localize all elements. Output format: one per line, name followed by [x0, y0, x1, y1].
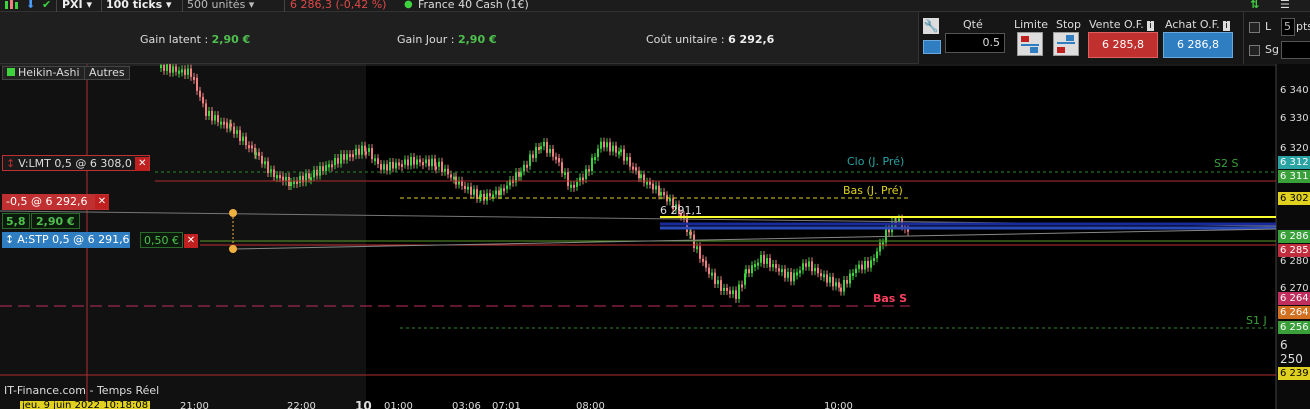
price-tag: 6 264 — [1278, 292, 1310, 305]
watermark: IT-Finance.com - Temps Réel — [4, 384, 160, 397]
y-tick-label: 6 250 — [1280, 338, 1303, 366]
price-change: 6 286,3 (-0,42 %) — [290, 0, 387, 11]
price-tag: 6 285 — [1278, 244, 1310, 257]
limit-order-button[interactable] — [1017, 32, 1043, 56]
price-tag: 6 311 — [1278, 170, 1310, 183]
x-tick-label: 10 — [355, 399, 372, 409]
others-button[interactable]: Autres — [84, 66, 130, 80]
x-tick-label: 22:00 — [287, 401, 316, 409]
price-tag: 6 239 — [1278, 367, 1310, 380]
position-qty: 5,8 — [2, 213, 30, 229]
status-dot-icon: ● — [404, 0, 413, 10]
chart-style-select[interactable]: Heikin-Ashi — [2, 66, 85, 80]
stop-order-button[interactable] — [1053, 32, 1079, 56]
mark-label: 6 291,1 — [660, 204, 702, 217]
y-tick-label: 6 320 — [1280, 143, 1309, 154]
price-tag: 6 286 — [1278, 230, 1310, 243]
info-icon[interactable]: i — [1147, 21, 1154, 31]
sell-label: Vente O.F. i — [1089, 18, 1154, 31]
gain-jour: Gain Jour : 2,90 € — [397, 33, 497, 46]
pts-label: pts — [1296, 20, 1310, 33]
price-chart[interactable]: Heikin-Ashi Autres Clo (J. Pré) S2 S Bas… — [0, 64, 1310, 409]
sell-button[interactable]: 6 285,8 — [1088, 32, 1158, 58]
ticks-select[interactable]: 100 ticks ▾ — [106, 0, 172, 12]
position-tag[interactable]: -0,5 @ 6 292,6 ✕ — [2, 194, 109, 210]
symbol-select[interactable]: PXI ▾ — [62, 0, 92, 12]
drawing-tool-icon[interactable]: ⬇ — [26, 0, 35, 12]
indicator-icon[interactable]: ✔ — [42, 0, 51, 12]
instrument-name: France 40 Cash (1€) — [418, 0, 529, 11]
y-tick-label: 6 340 — [1280, 85, 1309, 96]
x-tick-label: 08:00 — [576, 401, 605, 409]
settings-icon[interactable]: ☰ — [1280, 0, 1290, 12]
close-icon[interactable]: ✕ — [184, 234, 198, 248]
x-tick-label: 07:01 — [492, 401, 521, 409]
qty-label: Qté — [963, 18, 983, 31]
price-tag: 6 312 — [1278, 156, 1310, 169]
price-tag: 6 302 — [1278, 192, 1310, 205]
buy-label: Achat O.F. i — [1165, 18, 1230, 31]
wrench-icon[interactable]: 🔧 — [923, 18, 939, 34]
s2-label: S2 S — [1214, 157, 1239, 170]
limit-order-tag[interactable]: ↕ V:LMT 0,5 @ 6 308,0 ✕ — [2, 155, 151, 171]
top-toolbar: ⬇ ✔ PXI ▾ 100 ticks ▾ 500 unités ▾ 6 286… — [0, 0, 1310, 12]
refresh-icon[interactable]: ⇅ — [1250, 0, 1259, 12]
x-tick-label: 03:06 — [452, 401, 481, 409]
cursor-date: jeu. 9 juin 2022 10:18:08 — [20, 400, 151, 409]
bas-s-label: Bas S — [873, 292, 908, 305]
drag-icon[interactable]: ↕ — [2, 233, 17, 246]
order-panel: 🔧 Qté 0.5 Limite Stop Vente O.F. i 6 285… — [918, 12, 1310, 64]
cout-unitaire: Coût unitaire : 6 292,6 — [646, 33, 775, 46]
price-tag: 6 264 — [1278, 306, 1310, 319]
clo-label: Clo (J. Pré) — [847, 155, 905, 168]
stop-gain: 0,50 € — [140, 232, 183, 248]
qty-input[interactable]: 0.5 — [945, 33, 1005, 53]
stop-label: Stop — [1056, 18, 1082, 31]
bas-label: Bas (J. Pré) — [843, 184, 903, 197]
sg-label: Sg — [1265, 43, 1279, 56]
pts-input[interactable]: 5 — [1281, 18, 1295, 36]
info-icon[interactable]: i — [1223, 21, 1230, 31]
cout-unitaire-value: 6 292,6 — [728, 33, 775, 46]
sg-input[interactable] — [1281, 41, 1310, 59]
gain-jour-value: 2,90 € — [457, 33, 497, 46]
x-tick-label: 10:00 — [824, 401, 853, 409]
y-tick-label: 6 330 — [1280, 113, 1309, 124]
handle-dot[interactable] — [229, 245, 237, 253]
s1-label: S1 J — [1246, 314, 1267, 327]
l-label: L — [1265, 20, 1272, 33]
sg-checkbox[interactable] — [1249, 45, 1260, 56]
y-tick-label: 6 280 — [1280, 256, 1309, 267]
stop-order-tag[interactable]: ↕ A:STP 0,5 @ 6 291,6 — [2, 232, 130, 248]
handle-dot[interactable] — [229, 209, 237, 217]
buy-button[interactable]: 6 286,8 — [1163, 32, 1233, 58]
chart-icon[interactable] — [4, 0, 22, 12]
style-icon — [7, 68, 15, 76]
position-gain: 2,90 € — [31, 213, 80, 229]
units-select[interactable]: 500 unités ▾ — [187, 0, 254, 12]
x-tick-label: 01:00 — [384, 401, 413, 409]
l-checkbox[interactable] — [1249, 22, 1260, 33]
x-tick-label: 21:00 — [180, 401, 209, 409]
limit-label: Limite — [1014, 18, 1049, 31]
gain-latent: Gain latent : 2,90 € — [140, 33, 251, 46]
close-icon[interactable]: ✕ — [135, 157, 150, 171]
position-info-bar: Gain latent : 2,90 € Gain Jour : 2,90 € … — [0, 12, 1310, 64]
gain-latent-value: 2,90 € — [211, 33, 251, 46]
keypad-icon[interactable] — [923, 40, 941, 54]
close-icon[interactable]: ✕ — [94, 195, 109, 209]
drag-icon[interactable]: ↕ — [3, 157, 18, 170]
price-tag: 6 256 — [1278, 321, 1310, 334]
